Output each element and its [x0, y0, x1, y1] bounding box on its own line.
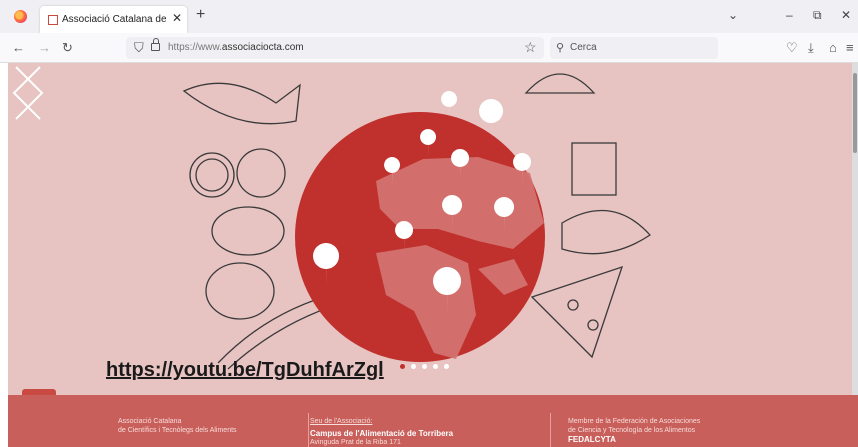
search-placeholder: Cerca	[570, 42, 597, 53]
close-window-button[interactable]: ✕	[841, 8, 851, 22]
footer-seat-link[interactable]: Seu de l'Associació:	[310, 417, 453, 426]
tomato-icon	[236, 148, 286, 198]
list-all-tabs-button[interactable]: ⌄	[728, 8, 738, 22]
address-bar[interactable]: ⛉ https://www.associaciocta.com ☆	[126, 37, 544, 59]
download-icon[interactable]: ⤓	[808, 40, 814, 56]
slide-indicators	[400, 356, 455, 374]
forward-icon[interactable]: →	[38, 40, 51, 55]
menu-icon[interactable]: ≡	[846, 40, 854, 55]
back-icon[interactable]: ←	[12, 40, 25, 55]
page-scrollbar[interactable]	[852, 63, 858, 395]
slide-dot-5[interactable]	[444, 364, 449, 369]
hotdog-icon	[561, 209, 651, 255]
lemon-inner-icon	[195, 158, 229, 192]
footer-col-association: Associació Catalana de Científics i Tecn…	[118, 417, 237, 435]
browser-tab[interactable]: Associació Catalana de Científic ✕	[40, 6, 187, 33]
slide-dot-4[interactable]	[433, 364, 438, 369]
site-footer: Associació Catalana de Científics i Tecn…	[8, 395, 858, 447]
reload-icon[interactable]: ↻	[62, 40, 73, 56]
bookmark-star-icon[interactable]: ☆	[524, 39, 537, 56]
footer-campus: Campus de l'Alimentació de Torribera	[310, 429, 454, 438]
footer-col-member: Membre de la Federación de Asociaciones …	[568, 417, 700, 444]
search-icon: ⚲	[556, 42, 565, 54]
scrollbar-thumb[interactable]	[853, 73, 857, 153]
extensions-icon[interactable]: ⌂	[829, 40, 837, 55]
slide-dot-1[interactable]	[400, 364, 405, 369]
burger-icon	[524, 73, 596, 94]
footer-member-line1: Membre de la Federación de Asociaciones	[568, 418, 701, 425]
tab-close-icon[interactable]: ✕	[172, 11, 182, 25]
tab-strip: Associació Catalana de Científic ✕ + ⌄ –…	[0, 0, 858, 33]
minimize-button[interactable]: –	[786, 8, 793, 22]
fries-icon	[571, 142, 617, 196]
hero-slider: https://youtu.be/TgDuhfArZgl	[8, 63, 858, 395]
pizza-icon	[530, 265, 624, 359]
footer-member-line2: de Ciencia y Tecnología de los Alimentos	[568, 427, 696, 434]
tab-title: Associació Catalana de Científic	[62, 14, 168, 25]
slide-dot-3[interactable]	[422, 364, 427, 369]
avocado-icon	[205, 262, 275, 320]
lock-icon[interactable]	[151, 38, 160, 51]
new-tab-button[interactable]: +	[196, 6, 205, 24]
footer-address: Avinguda Prat de la Riba 171	[310, 439, 401, 446]
next-slide-arrow-icon[interactable]	[8, 63, 48, 123]
navigation-toolbar: ← → ↻ ⛉ https://www.associaciocta.com ☆ …	[0, 33, 858, 63]
footer-col-seat: Seu de l'Associació: Campus de l'Aliment…	[310, 417, 453, 447]
favicon-icon	[48, 15, 58, 25]
slide-dot-2[interactable]	[411, 364, 416, 369]
pocket-icon[interactable]: ♡	[786, 40, 798, 56]
footer-association-name: Associació Catalana	[118, 418, 182, 425]
firefox-icon[interactable]	[14, 10, 27, 23]
fish-icon	[182, 82, 301, 125]
meat-icon	[211, 206, 285, 256]
restore-button[interactable]: ⧉	[813, 8, 822, 23]
shield-icon[interactable]: ⛉	[134, 40, 144, 56]
footer-fedalcyta[interactable]: FEDALCYTA	[568, 435, 700, 444]
footer-divider	[308, 413, 309, 447]
food-globe-illustration	[182, 73, 651, 370]
url-text[interactable]: https://www.associaciocta.com	[168, 42, 304, 53]
footer-divider	[550, 413, 551, 447]
footer-association-sub: de Científics i Tecnòlegs dels Aliments	[118, 427, 237, 434]
youtube-link[interactable]: https://youtu.be/TgDuhfArZgl	[106, 359, 384, 382]
search-input[interactable]: ⚲ Cerca	[550, 37, 718, 59]
